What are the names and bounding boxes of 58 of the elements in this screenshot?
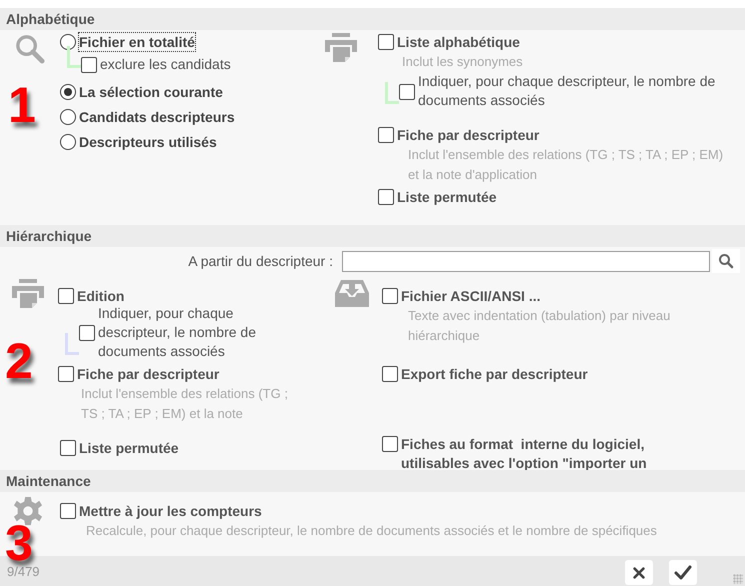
radio-button[interactable]	[60, 134, 76, 150]
checkbox-label[interactable]: Export fiche par descripteur	[401, 365, 588, 384]
checkbox[interactable]	[81, 57, 97, 73]
section-title: Maintenance	[0, 470, 745, 492]
resize-grip[interactable]	[733, 574, 743, 584]
check-icon	[674, 564, 692, 580]
search-icon	[718, 253, 734, 269]
printer-icon	[12, 279, 44, 309]
confirm-button[interactable]	[669, 560, 697, 585]
checkbox[interactable]	[382, 436, 398, 452]
radio-button[interactable]	[60, 108, 76, 124]
option-hint: Inclut l'ensemble des relations (TG ; TS ; TA ; EP ; EM) et la note	[81, 385, 289, 423]
checkbox[interactable]	[382, 366, 398, 382]
checkbox[interactable]	[60, 503, 76, 519]
checkbox-label[interactable]: Edition	[77, 287, 124, 306]
option-hint: Inclut les synonymes	[402, 53, 524, 71]
radio-label[interactable]: Candidats descripteurs	[79, 108, 235, 126]
checkbox[interactable]	[378, 34, 394, 50]
checkbox[interactable]	[378, 189, 394, 205]
checkbox[interactable]	[60, 440, 76, 456]
option-hint: Inclut l'ensemble des relations (TG ; TS ; TA ; EP ; EM) et la note d'application	[408, 146, 724, 184]
checkbox[interactable]	[58, 366, 74, 382]
checkbox-label[interactable]: exclure les candidats	[100, 55, 231, 74]
annotation-number: 1	[8, 80, 36, 130]
checkbox-label[interactable]: Fichier ASCII/ANSI ...	[401, 287, 541, 306]
radio-button[interactable]	[60, 34, 76, 50]
text-input[interactable]	[342, 250, 710, 272]
cancel-button[interactable]	[625, 560, 653, 585]
checkbox-label[interactable]: Indiquer, pour chaque descripteur, le nombre de documents associés	[98, 304, 283, 361]
radio-label[interactable]: La sélection courante	[79, 82, 223, 100]
gear-icon	[13, 496, 43, 526]
search-button[interactable]	[712, 249, 740, 273]
checkbox-label[interactable]: Fiches au format interne du logiciel, utilisables avec l'option "importer un	[401, 435, 682, 473]
checkbox[interactable]	[58, 288, 74, 304]
option-hint: Texte avec indentation (tabulation) par niveau hiérarchique	[408, 307, 672, 345]
close-icon	[632, 566, 646, 580]
checkbox[interactable]	[399, 84, 415, 100]
checkbox[interactable]	[382, 288, 398, 304]
radio-label[interactable]: Fichier en totalité	[79, 32, 195, 50]
checkbox[interactable]	[378, 127, 394, 143]
checkbox-label[interactable]: Liste permutée	[79, 439, 179, 458]
section-title: Alphabétique	[0, 8, 745, 30]
checkbox-label[interactable]: Fiche par descripteur	[397, 126, 540, 145]
field-label: A partir du descripteur :	[187, 252, 334, 271]
option-hint: Recalcule, pour chaque descripteur, le nombre de documents associés et le nombre de spécifiques	[86, 522, 658, 540]
checkbox-label[interactable]: Indiquer, pour chaque descripteur, le nombre de documents associés	[418, 72, 728, 110]
checkbox[interactable]	[79, 325, 95, 341]
printer-icon	[325, 33, 357, 63]
search-icon	[14, 33, 45, 64]
radio-button[interactable]	[60, 84, 76, 100]
checkbox-label[interactable]: Liste permutée	[397, 188, 497, 207]
section-title: Hiérarchique	[0, 225, 745, 247]
annotation-number: 2	[5, 336, 33, 386]
inbox-icon	[335, 279, 369, 307]
checkbox-label[interactable]: Fiche par descripteur	[77, 365, 220, 384]
radio-label[interactable]: Descripteurs utilisés	[79, 132, 217, 150]
checkbox-label[interactable]: Liste alphabétique	[397, 33, 520, 52]
checkbox-label[interactable]: Mettre à jour les compteurs	[79, 502, 262, 521]
